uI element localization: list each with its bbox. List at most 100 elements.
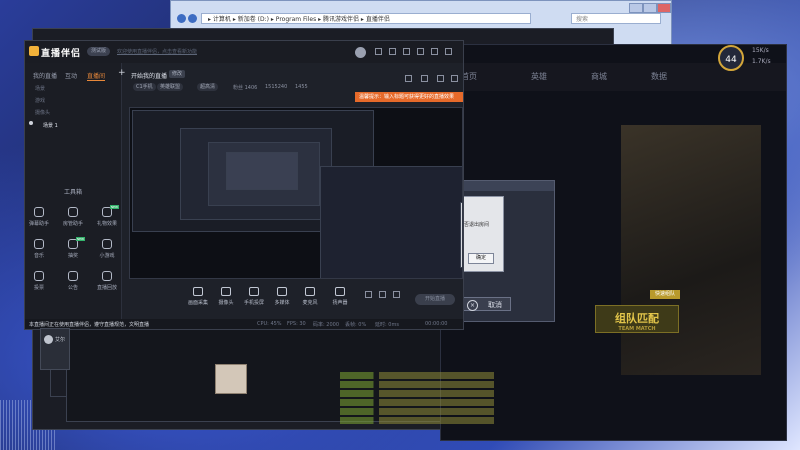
- close-icon[interactable]: [657, 3, 671, 13]
- start-stream-button[interactable]: 开始直播: [415, 294, 455, 305]
- tool-music[interactable]: 音乐: [27, 239, 51, 259]
- chat-line: [340, 372, 620, 379]
- user-name: 艾尔: [55, 337, 66, 343]
- scene-item[interactable]: 游戏: [35, 97, 45, 104]
- scene-item-selected[interactable]: 场景 1: [43, 122, 58, 129]
- screen-capture-button[interactable]: 画面采集: [185, 287, 211, 306]
- bell-icon[interactable]: [437, 75, 444, 82]
- eye-icon[interactable]: [29, 121, 33, 125]
- share-icon[interactable]: [451, 75, 458, 82]
- team-match-button[interactable]: 组队匹配 TEAM MATCH: [595, 305, 679, 333]
- media-button[interactable]: 多媒体: [269, 287, 295, 306]
- speed-meter[interactable]: 44: [718, 45, 744, 71]
- user-card[interactable]: 艾尔: [40, 328, 70, 370]
- explorer-search-input[interactable]: 搜索: [571, 13, 661, 24]
- notice-icon: [68, 271, 78, 281]
- tool-vote[interactable]: 投票: [27, 271, 51, 291]
- maximize-icon[interactable]: [431, 48, 438, 55]
- game-nav-item[interactable]: 英雄: [531, 71, 547, 82]
- game-character-art: [621, 125, 761, 375]
- cancel-button[interactable]: × 取消: [463, 297, 511, 311]
- tool-admin[interactable]: 房管助手: [61, 207, 85, 227]
- chat-line: [340, 408, 620, 415]
- control-bar: 画面采集 摄像头 手机投屏 多媒体 麦克风 扬声器: [129, 287, 461, 317]
- phone-cast-button[interactable]: 手机投屏: [241, 287, 267, 306]
- duration-stat: 00:00:00: [425, 321, 448, 327]
- control-label: 麦克风: [302, 300, 318, 306]
- avatar[interactable]: [355, 47, 366, 58]
- tool-prize[interactable]: NEW 抽奖: [61, 237, 85, 259]
- category-chip[interactable]: C1手机: [133, 83, 156, 91]
- alert-ok-button[interactable]: 确定: [468, 253, 494, 264]
- category-chip[interactable]: 英雄联盟: [157, 83, 184, 91]
- sidebar-tab-room[interactable]: 直播间: [87, 71, 106, 81]
- nested-preview: [320, 166, 462, 278]
- camera-button[interactable]: 摄像头: [213, 287, 239, 306]
- camera-icon: [221, 287, 231, 296]
- cpu-stat: CPU: 45%: [257, 321, 282, 327]
- skin-icon[interactable]: [403, 48, 410, 55]
- edit-title-button[interactable]: 修改: [169, 70, 186, 78]
- streaming-app-window[interactable]: 直播伴侣 测试版 欢迎使用直播伴侣，点击查看新功能 我的直播 互动 直播间 + …: [24, 40, 464, 330]
- maximize-icon[interactable]: [643, 3, 657, 13]
- vote-icon: [34, 271, 44, 281]
- quick-team-badge: 快速组队: [650, 290, 680, 299]
- new-badge: NEW: [75, 237, 85, 241]
- lock-icon[interactable]: [405, 75, 412, 82]
- bitrate-stat: 码率: 2000: [313, 322, 339, 328]
- app-logo-icon: [29, 46, 39, 56]
- tool-gift[interactable]: NEW 礼物效果: [95, 205, 119, 227]
- record-icon[interactable]: [365, 291, 372, 298]
- tool-notice[interactable]: 公告: [61, 271, 85, 291]
- stream-title: 开始我的直播: [131, 73, 168, 80]
- tool-label: 抽奖: [67, 253, 78, 259]
- menu-icon[interactable]: [389, 48, 396, 55]
- tool-label: 礼物效果: [96, 221, 117, 227]
- game-nav-item[interactable]: 数据: [651, 71, 667, 82]
- status-toast[interactable]: 温馨提示：输入标题可获得更好的直播效果: [355, 92, 463, 102]
- microphone-icon: [305, 287, 315, 296]
- download-speed: 1.7K/s: [752, 58, 771, 65]
- back-arrow-icon[interactable]: [177, 14, 186, 23]
- sidebar-tab-interact[interactable]: 互动: [65, 71, 77, 80]
- tool-label: 公告: [67, 285, 78, 291]
- stream-preview[interactable]: [129, 107, 463, 279]
- game-nav-item[interactable]: 商城: [591, 71, 607, 82]
- control-label: 扬声器: [332, 300, 348, 306]
- close-icon[interactable]: [445, 48, 452, 55]
- game-profile-avatar[interactable]: [215, 364, 247, 394]
- share-window-icon[interactable]: [421, 75, 428, 82]
- tool-game[interactable]: 小游戏: [95, 239, 119, 259]
- speaker-icon: [335, 287, 345, 296]
- scene-item[interactable]: 场景: [35, 85, 45, 92]
- gear-icon[interactable]: [393, 291, 400, 298]
- control-label: 多媒体: [274, 300, 290, 306]
- speaker-button[interactable]: 扬声器: [327, 287, 353, 306]
- microphone-button[interactable]: 麦克风: [297, 287, 323, 306]
- control-label: 摄像头: [218, 300, 234, 306]
- fan-count: 粉丝 1406: [233, 85, 258, 91]
- scene-item[interactable]: 摄像头: [35, 109, 50, 116]
- tool-replay[interactable]: 直播回放: [95, 271, 119, 291]
- toolbox-title: 工具箱: [63, 189, 82, 196]
- minimize-icon[interactable]: [417, 48, 424, 55]
- eye-icon[interactable]: [379, 291, 386, 298]
- dialog-titlebar: [456, 181, 554, 191]
- cancel-label: 取消: [488, 301, 502, 309]
- game-icon: [102, 239, 112, 249]
- nested-preview: [226, 152, 298, 190]
- notice-link[interactable]: 欢迎使用直播伴侣，点击查看新功能: [117, 48, 197, 55]
- forward-arrow-icon[interactable]: [188, 14, 197, 23]
- minimize-icon[interactable]: [629, 3, 643, 13]
- chat-line: [340, 381, 620, 388]
- new-badge: NEW: [109, 205, 119, 209]
- explorer-address-bar[interactable]: ▸ 计算机 ▸ 新加卷 (D:) ▸ Program Files ▸ 腾讯游戏伴…: [201, 13, 531, 24]
- nested-dialog: [460, 202, 462, 268]
- settings-icon[interactable]: [375, 48, 382, 55]
- tool-danmu[interactable]: 弹幕助手: [27, 207, 51, 227]
- game-chat-log: [340, 372, 620, 432]
- add-scene-icon[interactable]: +: [118, 68, 126, 78]
- chat-line: [340, 399, 620, 406]
- sidebar-tab-my-live[interactable]: 我的直播: [33, 71, 57, 80]
- quality-chip[interactable]: 超高清: [197, 83, 219, 91]
